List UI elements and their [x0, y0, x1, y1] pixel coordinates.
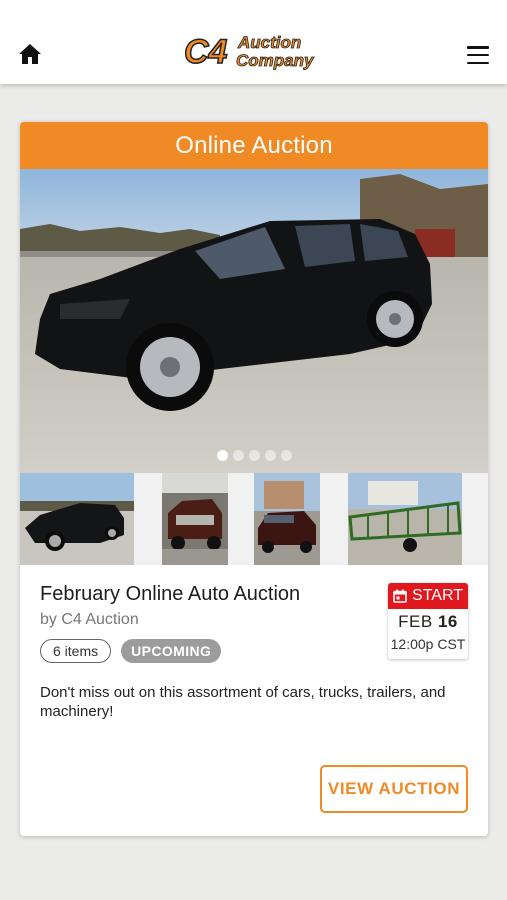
hamburger-menu-button[interactable]: [463, 42, 493, 68]
menu-icon-bar: [467, 53, 489, 57]
thumbnail-gap: [134, 473, 162, 565]
carousel-dot[interactable]: [216, 450, 228, 461]
date-day-number: 16: [437, 612, 458, 631]
card-banner: Online Auction: [20, 122, 488, 169]
auction-description: Don't miss out on this assortment of car…: [40, 684, 446, 720]
carousel-dot[interactable]: [264, 450, 276, 461]
thumbnail-truck[interactable]: [162, 473, 228, 565]
status-badge: UPCOMING: [121, 639, 222, 663]
view-auction-button[interactable]: VIEW AUCTION: [320, 765, 468, 813]
date-header: START: [388, 583, 468, 609]
calendar-icon: [393, 589, 407, 603]
svg-text:C4: C4: [184, 33, 228, 71]
thumbnail-crossover[interactable]: [254, 473, 320, 565]
auction-byline: by C4 Auction: [40, 611, 139, 628]
home-button[interactable]: [14, 40, 46, 68]
company-logo[interactable]: C4 Auction Company: [182, 30, 328, 72]
thumbnail-gap: [320, 473, 348, 565]
carousel-indicators: [20, 450, 488, 461]
hero-photo-suv: [20, 169, 488, 473]
date-time: 12:00p CST: [390, 636, 466, 652]
date-day: FEB 16: [388, 612, 468, 632]
thumbnail-strip: [20, 473, 488, 565]
home-icon: [19, 44, 41, 64]
date-label: START: [412, 587, 463, 604]
menu-icon-bar: [467, 46, 489, 49]
hero-carousel[interactable]: [20, 169, 488, 473]
auction-title[interactable]: February Online Auto Auction: [40, 583, 300, 606]
menu-icon-bar: [467, 61, 489, 64]
app-header: C4 Auction Company: [0, 0, 507, 84]
carousel-dot[interactable]: [280, 450, 292, 461]
date-month: FEB: [398, 612, 433, 631]
thumbnail-trailer[interactable]: [348, 473, 462, 565]
svg-text:Auction: Auction: [237, 33, 301, 52]
start-date-box: START FEB 16 12:00p CST: [388, 583, 468, 659]
svg-text:Company: Company: [236, 51, 315, 70]
carousel-dot[interactable]: [248, 450, 260, 461]
auction-badges: 6 items UPCOMING: [40, 639, 222, 663]
carousel-dot[interactable]: [232, 450, 244, 461]
auction-card: Online Auction February Online Auto Auct…: [20, 122, 488, 836]
thumbnail-suv[interactable]: [20, 473, 134, 565]
thumbnail-gap: [228, 473, 254, 565]
items-count-badge: 6 items: [40, 639, 112, 663]
